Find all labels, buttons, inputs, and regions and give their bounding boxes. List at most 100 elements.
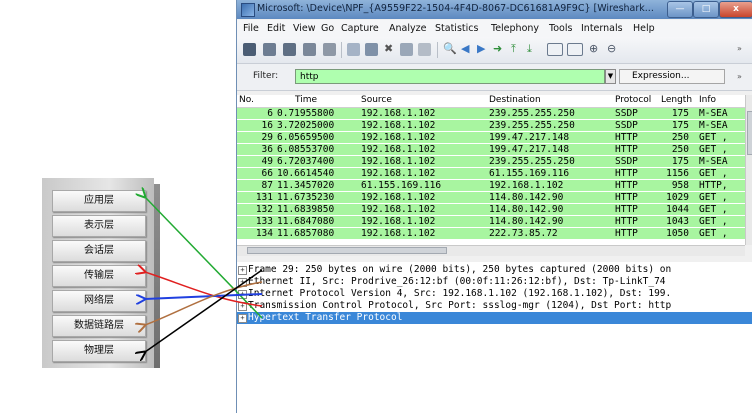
osi-layer-stack: 应用层 表示层 会话层 传输层 网络层 数据链路层 物理层 [42,178,160,368]
layer-network: 网络层 [52,290,146,312]
filterbar-overflow-icon[interactable]: » [737,72,742,81]
column-length[interactable]: Length [661,95,692,105]
expand-icon[interactable]: + [238,278,247,287]
packet-row[interactable]: 131 11.6735230 192.168.1.102 114.80.142.90 H… [237,192,745,203]
zoom-out-icon[interactable]: ⊖ [607,41,616,57]
filter-input[interactable]: http [295,69,605,84]
expression-button[interactable]: Expression... [619,69,725,84]
cell-info: GET , [699,168,728,179]
cell-time: 11.6839850 [277,204,335,215]
cell-info: M-SEA [699,156,728,167]
packet-row[interactable]: 49 6.72037400 192.168.1.102 239.255.255.250… [237,156,745,167]
restart-capture-icon[interactable] [323,43,336,56]
reload-icon[interactable] [400,43,413,56]
menu-telephony[interactable]: Telephony [491,23,539,34]
menu-capture[interactable]: Capture [341,23,379,34]
cell-length: 250 [671,132,689,143]
menu-view[interactable]: View [293,23,316,34]
cell-length: 958 [671,180,689,191]
vertical-scroll-thumb[interactable] [747,111,752,155]
layer-datalink: 数据链路层 [52,315,146,337]
cell-source: 192.168.1.102 [361,192,436,203]
menu-tools[interactable]: Tools [549,23,572,34]
layer-transport: 传输层 [52,265,146,287]
column-source[interactable]: Source [361,95,392,105]
packet-list-vertical-scrollbar[interactable] [745,95,752,245]
cell-destination: 192.168.1.102 [489,180,564,191]
close-button[interactable]: x [719,1,752,18]
open-file-icon[interactable] [347,43,360,56]
auto-scroll-icon[interactable] [567,43,583,56]
detail-frame[interactable]: + Frame 29: 250 bytes on wire (2000 bits… [237,264,752,276]
print-icon[interactable] [418,43,431,56]
packet-row[interactable]: 66 10.6614540 192.168.1.102 61.155.169.116 H… [237,168,745,179]
detail-ethernet[interactable]: + Ethernet II, Src: Prodrive_26:12:bf (0… [237,276,752,288]
packet-row[interactable]: 134 11.6857080 192.168.1.102 222.73.85.72 HT… [237,228,745,239]
menu-go[interactable]: Go [321,23,334,34]
cell-destination: 114.80.142.90 [489,216,564,227]
display-filter-bar: Filter: http ▼ Expression... » [237,64,752,91]
interfaces-icon[interactable] [243,43,256,56]
capture-options-icon[interactable] [263,43,276,56]
zoom-in-icon[interactable]: ⊕ [589,41,598,57]
expand-icon[interactable]: + [238,290,247,299]
cell-time: 11.6735230 [277,192,335,203]
detail-ip-text: Internet Protocol Version 4, Src: 192.16… [248,288,672,299]
detail-ip[interactable]: + Internet Protocol Version 4, Src: 192.… [237,288,752,300]
packet-row[interactable]: 29 6.05659500 192.168.1.102 199.47.217.148 H… [237,132,745,143]
cell-destination: 199.47.217.148 [489,132,570,143]
cell-protocol: SSDP [615,120,638,131]
title-bar[interactable]: Microsoft: \Device\NPF_{A9559F22-1504-4F… [237,0,752,19]
column-destination[interactable]: Destination [489,95,541,105]
packet-row[interactable]: 87 11.3457020 61.155.169.116 192.168.1.102 H… [237,180,745,191]
menu-statistics[interactable]: Statistics [435,23,478,34]
filter-dropdown-icon[interactable]: ▼ [605,69,616,84]
cell-length: 1044 [666,204,689,215]
packet-row[interactable]: 36 6.08553700 192.168.1.102 199.47.217.148 H… [237,144,745,155]
stop-capture-icon[interactable] [303,43,316,56]
cell-time: 6.05659500 [277,132,335,143]
packet-row[interactable]: 133 11.6847080 192.168.1.102 114.80.142.90 H… [237,216,745,227]
cell-protocol: HTTP [615,192,638,203]
expand-icon[interactable]: + [238,314,247,323]
menu-analyze[interactable]: Analyze [389,23,426,34]
packet-row[interactable]: 132 11.6839850 192.168.1.102 114.80.142.90 H… [237,204,745,215]
close-file-icon[interactable]: ✖ [384,41,393,57]
detail-tcp[interactable]: + Transmission Control Protocol, Src Por… [237,300,752,312]
column-protocol[interactable]: Protocol [615,95,651,105]
cell-time: 6.08553700 [277,144,335,155]
menu-edit[interactable]: Edit [267,23,285,34]
column-no[interactable]: No. [239,95,254,105]
menu-file[interactable]: File [243,23,259,34]
cell-no: 87 [261,180,273,191]
cell-time: 10.6614540 [277,168,335,179]
expand-icon[interactable]: + [238,302,247,311]
menu-internals[interactable]: Internals [581,23,623,34]
start-capture-icon[interactable] [283,43,296,56]
colorize-icon[interactable] [547,43,563,56]
maximize-button[interactable]: □ [693,1,719,18]
cell-no: 6 [267,108,273,119]
column-time[interactable]: Time [295,95,317,105]
first-packet-icon[interactable]: ⤒ [511,41,516,57]
menu-help[interactable]: Help [633,23,655,34]
save-file-icon[interactable] [365,43,378,56]
cell-info: GET , [699,144,728,155]
column-info[interactable]: Info [699,95,716,105]
find-packet-icon[interactable]: 🔍 [443,41,457,57]
cell-length: 1156 [666,168,689,179]
go-to-packet-icon[interactable]: ➜ [493,41,502,57]
expand-icon[interactable]: + [238,266,247,275]
toolbar-overflow-icon[interactable]: » [737,41,742,57]
go-back-icon[interactable]: ◀ [461,41,469,57]
minimize-button[interactable]: — [667,1,693,18]
last-packet-icon[interactable]: ⤓ [527,41,532,57]
packet-list-horizontal-scrollbar[interactable] [237,245,745,256]
detail-http[interactable]: + Hypertext Transfer Protocol [237,312,752,324]
cell-time: 11.3457020 [277,180,335,191]
horizontal-scroll-thumb[interactable] [247,247,447,254]
packet-row[interactable]: 6 0.71955800 192.168.1.102 239.255.255.250 S… [237,108,745,119]
packet-row[interactable]: 16 3.72025000 192.168.1.102 239.255.255.250… [237,120,745,131]
cell-protocol: SSDP [615,108,638,119]
go-forward-icon[interactable]: ▶ [477,41,485,57]
